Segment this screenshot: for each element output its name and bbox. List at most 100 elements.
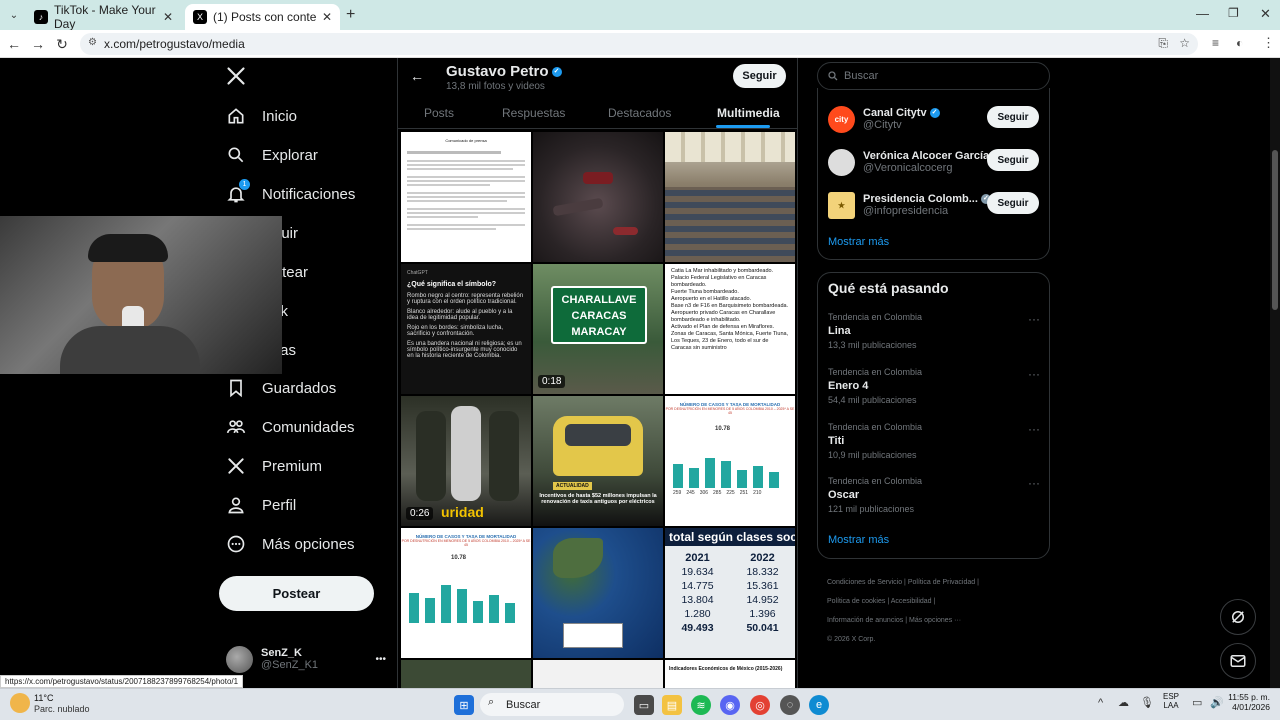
account-switcher[interactable]: SenZ_K @SenZ_K1 ••• (226, 644, 386, 674)
spotify-icon[interactable]: ≋ (691, 695, 711, 715)
close-window-icon[interactable]: ✕ (1260, 6, 1271, 22)
grok-float-button[interactable] (1220, 599, 1256, 635)
follow-button[interactable]: Seguir (733, 64, 786, 88)
more-icon[interactable]: ··· (1028, 312, 1040, 326)
browser-tab-tiktok[interactable]: ♪ TikTok - Make Your Day ✕ (26, 3, 181, 31)
close-tab-icon[interactable]: ✕ (163, 10, 173, 24)
weather-icon[interactable] (10, 693, 30, 713)
sidebar-item-mas-opciones[interactable]: Más opciones (226, 526, 355, 562)
task-view-icon[interactable]: ▭ (634, 695, 654, 715)
footer-link[interactable]: Política de Privacidad (908, 579, 975, 586)
media-thumb-partial-3[interactable]: Indicadores Económicos de México (2015-2… (665, 660, 795, 688)
back-icon[interactable]: ← (4, 34, 24, 54)
new-tab-icon[interactable]: + (346, 6, 355, 24)
account-menu-icon[interactable]: ••• (375, 654, 386, 665)
media-thumb-night-scene[interactable] (533, 132, 663, 262)
road-sign: CHARALLAVE CARACAS MARACAY (551, 286, 647, 344)
media-thumb-class-table[interactable]: total según clases soc 2021 2022 19.634 18… (665, 528, 795, 658)
language-indicator[interactable]: ESP LAA (1163, 692, 1179, 710)
trend-item[interactable]: Tendencia en Colombia Enero 4 54,4 mil p… (828, 367, 1040, 405)
show-more-link[interactable]: Mostrar más (828, 236, 889, 248)
tray-chevron-icon[interactable]: ^ (1098, 697, 1103, 709)
media-control-icon[interactable]: ≡ (1212, 36, 1219, 50)
follow-button[interactable]: Seguir (987, 106, 1039, 128)
status-url: https://x.com/petrogustavo/status/200718… (0, 675, 244, 688)
tab-search-icon[interactable]: ⌄ (6, 7, 22, 23)
footer-link[interactable]: Información de anuncios (827, 617, 903, 624)
discord-icon[interactable]: ◉ (720, 695, 740, 715)
sidebar-item-explorar[interactable]: Explorar (226, 137, 318, 173)
tab-respuestas[interactable]: Respuestas (502, 98, 565, 128)
messages-float-button[interactable] (1220, 643, 1256, 679)
media-thumb-arrest-video[interactable]: uridad 0:26 (401, 396, 531, 526)
url-field[interactable]: ⚙ x.com/petrogustavo/media ⎘ ☆ (80, 33, 1198, 55)
more-icon[interactable]: ··· (1028, 476, 1040, 490)
media-thumb-partial-1[interactable] (401, 660, 531, 688)
close-tab-icon[interactable]: ✕ (322, 10, 332, 24)
footer-link[interactable]: Accesibilidad (891, 598, 932, 605)
media-thumb-map[interactable] (533, 528, 663, 658)
sidebar-item-premium[interactable]: Premium (226, 448, 322, 484)
sidebar-item-perfil[interactable]: Perfil (226, 487, 296, 523)
tab-destacados[interactable]: Destacados (608, 98, 671, 128)
trend-item[interactable]: Tendencia en Colombia Lina 13,3 mil publ… (828, 312, 1040, 350)
media-thumb-attack-list[interactable]: Catia La Mar inhabilitado y bombardeado.… (665, 264, 795, 394)
forward-icon[interactable]: → (28, 34, 48, 54)
file-explorer-icon[interactable]: ▤ (662, 695, 682, 715)
taskbar-search[interactable]: ⌕ Buscar (480, 693, 624, 716)
media-thumb-auditorium[interactable] (665, 132, 795, 262)
edge-icon[interactable]: e (809, 695, 829, 715)
more-icon[interactable]: ··· (1028, 367, 1040, 381)
search-input[interactable]: Buscar (817, 62, 1050, 90)
media-thumb-mortality-chart[interactable]: NÚMERO DE CASOS Y TASA DE MORTALIDAD POR… (665, 396, 795, 526)
media-thumb-road-sign-video[interactable]: CHARALLAVE CARACAS MARACAY 0:18 (533, 264, 663, 394)
more-icon[interactable]: ··· (1028, 422, 1040, 436)
browser-tab-x[interactable]: X (1) Posts con contenido multim ✕ (185, 4, 340, 30)
sidebar-item-inicio[interactable]: Inicio (226, 98, 297, 134)
back-arrow-icon[interactable]: ← (410, 68, 424, 84)
media-thumb-chatgpt[interactable]: ChatGPT ¿Qué significa el símbolo? Rombo… (401, 264, 531, 394)
x-logo-icon[interactable] (226, 66, 248, 88)
onedrive-icon[interactable]: ☁ (1118, 696, 1129, 709)
table-title: total según clases soc (665, 528, 795, 546)
sidebar-item-comunidades[interactable]: Comunidades (226, 409, 355, 445)
windows-start-icon[interactable]: ⊞ (454, 695, 474, 715)
clock[interactable]: 11:55 p. m. 4/01/2026 (1226, 692, 1270, 712)
network-icon[interactable]: ▭ (1192, 696, 1202, 709)
post-button[interactable]: Postear (219, 576, 374, 611)
table-row: 19.634 18.332 (681, 566, 779, 578)
media-thumb-mortality-chart-2[interactable]: NÚMERO DE CASOS Y TASA DE MORTALIDAD POR… (401, 528, 531, 658)
minimize-icon[interactable]: — (1196, 6, 1209, 21)
follow-button[interactable]: Seguir (987, 149, 1039, 171)
show-more-link[interactable]: Mostrar más (828, 534, 889, 546)
trend-item[interactable]: Tendencia en Colombia Oscar 121 mil publ… (828, 476, 1040, 514)
install-icon[interactable]: ⎘ (1158, 36, 1168, 51)
footer-link[interactable]: Política de cookies (827, 598, 885, 605)
tab-multimedia[interactable]: Multimedia (717, 98, 780, 128)
menu-dots-icon[interactable]: ⋮ (1262, 35, 1275, 51)
media-thumb-partial-2[interactable] (533, 660, 663, 688)
sidebar-item-guardados[interactable]: Guardados (226, 370, 336, 406)
reload-icon[interactable]: ↻ (52, 34, 72, 54)
site-info-icon[interactable]: ⚙ (88, 37, 97, 48)
footer-link[interactable]: Condiciones de Servicio (827, 579, 902, 586)
media-thumb-taxi-news[interactable]: ACTUALIDAD Incentivos de hasta $52 millo… (533, 396, 663, 526)
volume-icon[interactable]: 🔊 (1210, 696, 1224, 709)
trends-title: Qué está pasando (828, 280, 949, 296)
follow-button[interactable]: Seguir (987, 192, 1039, 214)
chrome-icon[interactable]: ◎ (750, 695, 770, 715)
profile-subtitle: 13,8 mil fotos y videos (446, 81, 545, 92)
sidebar-item-label: Premium (262, 457, 323, 475)
extensions-icon[interactable]: ◐ (1236, 36, 1243, 50)
footer-link[interactable]: Más opciones ··· (909, 617, 961, 624)
app-icon[interactable]: ◌ (780, 695, 800, 715)
restore-icon[interactable]: ❐ (1228, 6, 1239, 20)
bookmark-star-icon[interactable]: ☆ (1179, 36, 1190, 50)
mic-icon[interactable]: 🎙 (1140, 696, 1154, 709)
sidebar-item-notificaciones[interactable]: 1 Notificaciones (226, 176, 355, 212)
media-thumb-document[interactable]: Comunicado de prensa (401, 132, 531, 262)
scrollbar[interactable] (1270, 58, 1280, 688)
tab-posts[interactable]: Posts (424, 98, 454, 128)
trend-item[interactable]: Tendencia en Colombia Titi 10,9 mil publ… (828, 422, 1040, 460)
scrollbar-thumb[interactable] (1272, 150, 1278, 310)
